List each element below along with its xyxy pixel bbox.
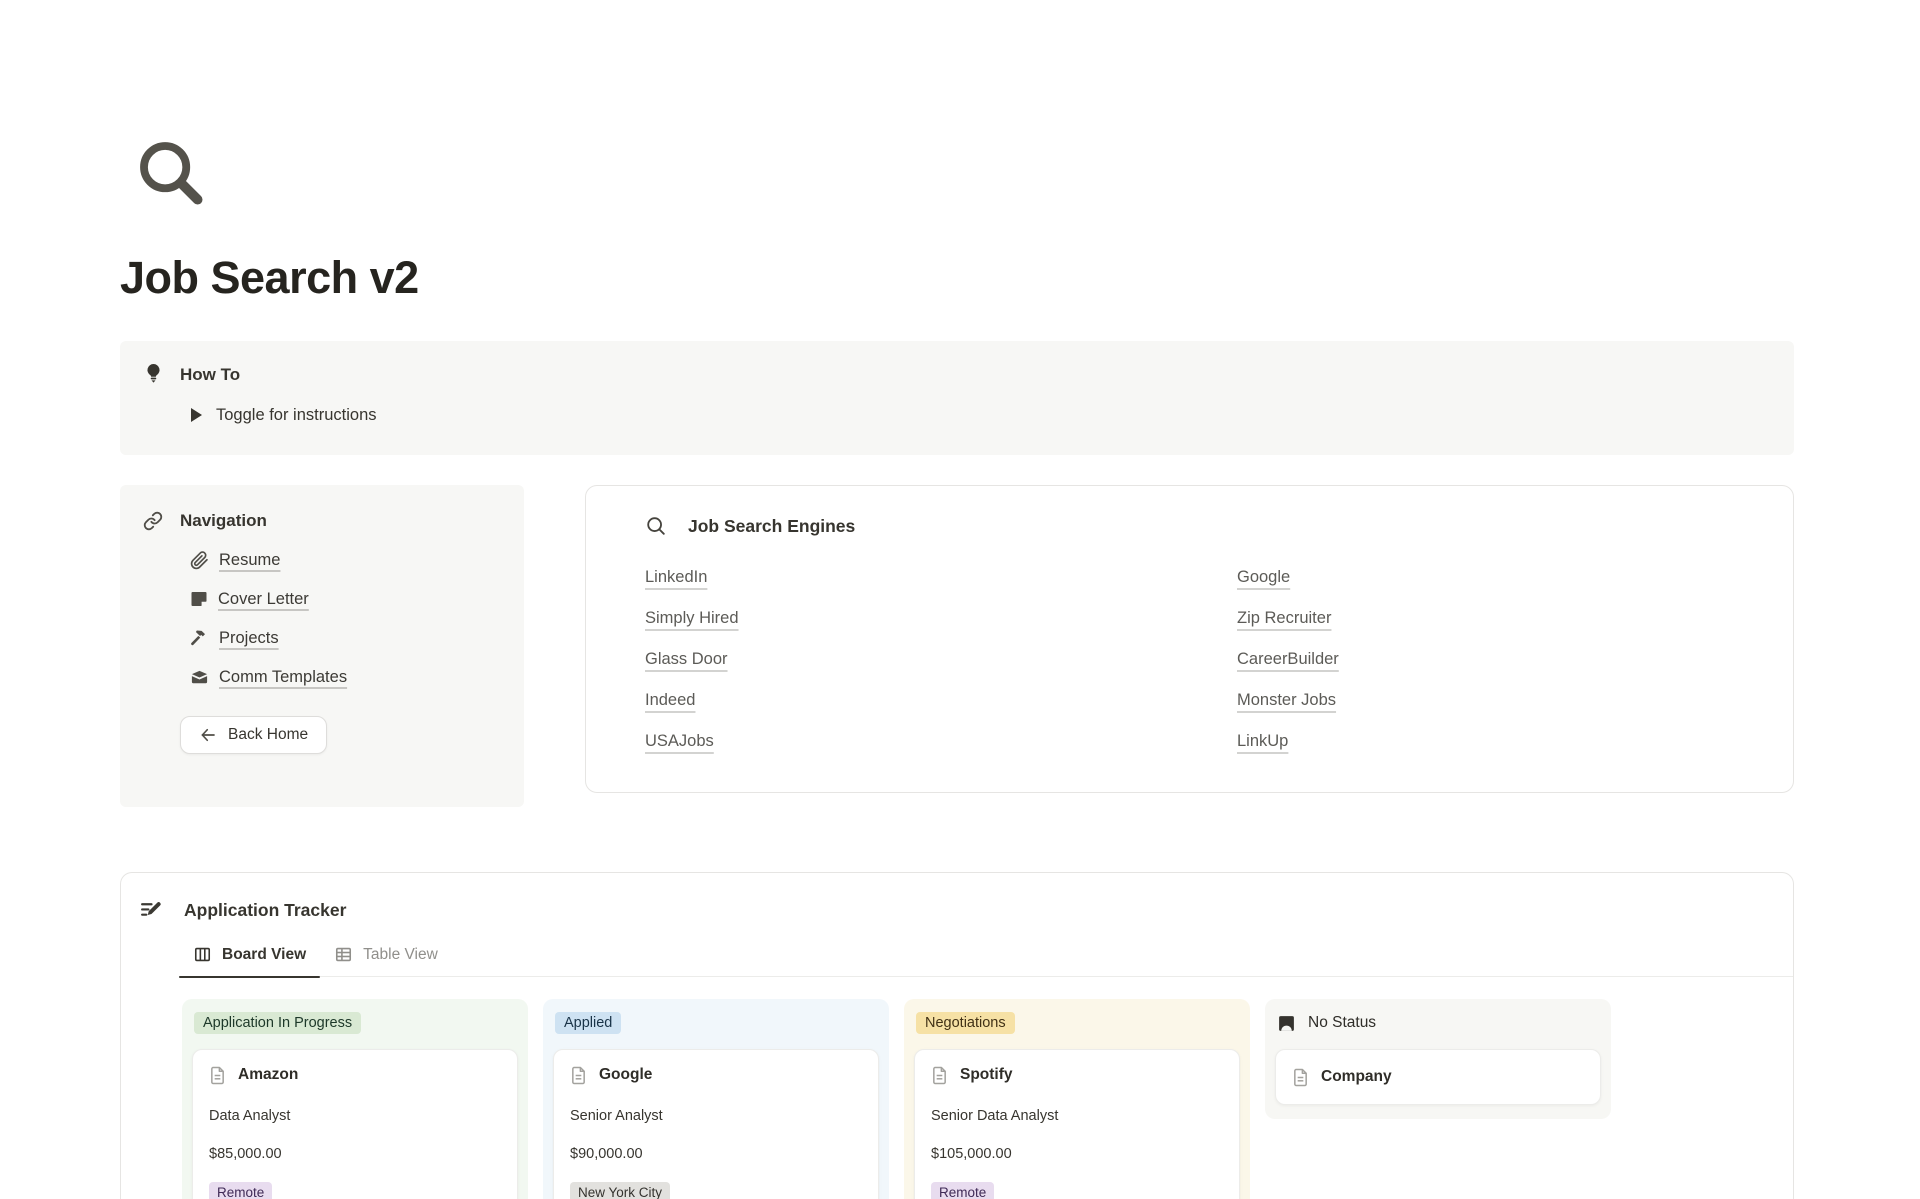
hammer-icon [190,629,209,648]
tab-table-view[interactable]: Table View [320,941,452,978]
list-item: Google [1237,568,1733,585]
card-company: Company [1321,1068,1392,1086]
how-to-heading: How To [180,365,240,385]
list-item: CareerBuilder [1237,650,1733,667]
kanban-board: Application In Progress [182,999,1793,1199]
card-location-tag: Remote [209,1182,272,1199]
back-home-button[interactable]: Back Home [180,716,327,754]
paperclip-icon [190,551,209,570]
job-search-engines-card: Job Search Engines LinkedIn Simply Hired… [585,485,1794,793]
view-tabs: Board View Table View [179,941,1793,977]
nav-item-resume[interactable]: Resume [190,549,501,571]
navigation-heading: Navigation [180,511,267,531]
card-role: Data Analyst [209,1108,501,1124]
card-role: Senior Analyst [570,1108,862,1124]
nav-link-label[interactable]: Projects [219,629,279,648]
engine-link-glass-door[interactable]: Glass Door [645,650,728,668]
board-card-company[interactable]: Company [1275,1049,1601,1105]
toggle-triangle-icon[interactable] [191,408,202,422]
document-icon [209,1066,226,1085]
navigation-panel: Navigation Resume [120,485,524,807]
no-status-icon [1277,1014,1296,1033]
board-column-no-status: No Status [1265,999,1611,1119]
engine-link-zip-recruiter[interactable]: Zip Recruiter [1237,609,1331,627]
list-item: Simply Hired [645,609,1189,626]
engine-link-simply-hired[interactable]: Simply Hired [645,609,739,627]
card-salary: $105,000.00 [931,1146,1223,1162]
card-location-tag: Remote [931,1182,994,1199]
engine-link-google[interactable]: Google [1237,568,1290,586]
inbox-icon [190,668,209,687]
link-icon [143,511,163,531]
engine-link-careerbuilder[interactable]: CareerBuilder [1237,650,1339,668]
engine-link-usajobs[interactable]: USAJobs [645,732,714,750]
nav-item-projects[interactable]: Projects [190,627,501,649]
status-badge[interactable]: Negotiations [916,1012,1015,1034]
card-company: Amazon [238,1066,298,1084]
application-tracker-card: Application Tracker Board View [120,872,1794,1199]
how-to-callout: How To Toggle for instructions [120,341,1794,455]
status-label[interactable]: No Status [1308,1014,1376,1032]
document-icon [570,1066,587,1085]
document-icon [1292,1068,1309,1087]
card-salary: $90,000.00 [570,1146,862,1162]
back-home-label: Back Home [228,726,308,744]
lightbulb-icon [144,363,163,387]
engines-heading: Job Search Engines [688,516,855,537]
card-location-tag: New York City [570,1182,670,1199]
page-icon-search-icon[interactable] [131,133,209,211]
list-item: LinkUp [1237,732,1733,749]
card-salary: $85,000.00 [209,1146,501,1162]
board-column-negotiations: Negotiations [904,999,1250,1199]
nav-link-label[interactable]: Cover Letter [218,590,309,609]
tracker-heading: Application Tracker [184,900,346,921]
instructions-toggle[interactable]: Toggle for instructions [191,403,1770,427]
list-item: Glass Door [645,650,1189,667]
engine-link-linkedin[interactable]: LinkedIn [645,568,707,586]
table-view-icon [334,945,353,964]
board-column-applied: Applied [543,999,889,1199]
status-badge[interactable]: Application In Progress [194,1012,361,1034]
list-item: LinkedIn [645,568,1189,585]
note-icon [190,590,208,608]
list-item: Zip Recruiter [1237,609,1733,626]
board-card-spotify[interactable]: Spotify Senior Data Analyst $105,000.00 … [914,1049,1240,1199]
page-title: Job Search v2 [120,252,1794,304]
list-item: Indeed [645,691,1189,708]
status-badge[interactable]: Applied [555,1012,621,1034]
arrow-left-icon [199,726,217,744]
board-view-icon [193,945,212,964]
list-item: USAJobs [645,732,1189,749]
document-icon [931,1066,948,1085]
tab-label: Table View [363,946,438,964]
list-item: Monster Jobs [1237,691,1733,708]
board-card-amazon[interactable]: Amazon Data Analyst $85,000.00 Remote [192,1049,518,1199]
engine-link-monster-jobs[interactable]: Monster Jobs [1237,691,1336,709]
board-card-google[interactable]: Google Senior Analyst $90,000.00 New Yor… [553,1049,879,1199]
tab-label: Board View [222,946,306,964]
nav-item-comm-templates[interactable]: Comm Templates [190,666,501,688]
engine-link-indeed[interactable]: Indeed [645,691,695,709]
search-icon [645,515,667,537]
engine-link-linkup[interactable]: LinkUp [1237,732,1288,750]
board-column-application-in-progress: Application In Progress [182,999,528,1199]
compose-icon [139,898,164,923]
toggle-label: Toggle for instructions [216,406,377,425]
card-company: Google [599,1066,652,1084]
tab-board-view[interactable]: Board View [179,941,320,978]
nav-link-label[interactable]: Resume [219,551,280,570]
nav-link-label[interactable]: Comm Templates [219,668,347,687]
card-company: Spotify [960,1066,1013,1084]
card-role: Senior Data Analyst [931,1108,1223,1124]
nav-item-cover-letter[interactable]: Cover Letter [190,588,501,610]
